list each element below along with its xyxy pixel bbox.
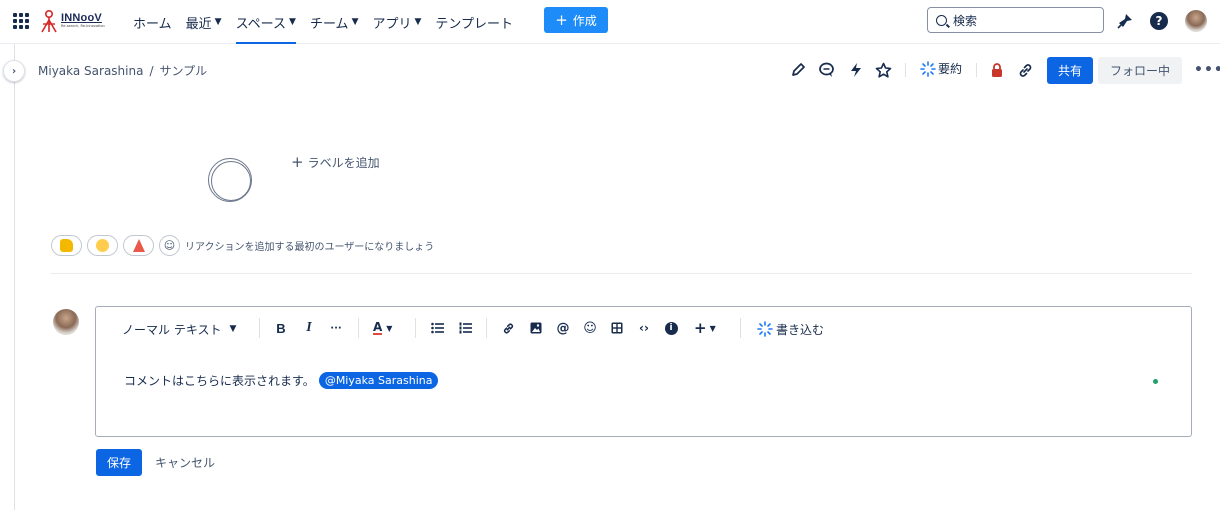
nav-templates[interactable]: テンプレート bbox=[435, 0, 513, 44]
notifications-icon[interactable] bbox=[1115, 11, 1135, 31]
text-color-button[interactable]: A ▼ bbox=[373, 321, 403, 335]
italic-icon[interactable]: I bbox=[302, 320, 316, 335]
party-popper-icon bbox=[132, 239, 145, 252]
copy-link-icon[interactable] bbox=[1016, 61, 1034, 79]
add-emoji-icon: ☺ bbox=[163, 239, 176, 252]
edit-pencil-icon[interactable] bbox=[789, 61, 807, 79]
sidebar-rail bbox=[14, 44, 15, 510]
chevron-down-icon: ▼ bbox=[289, 17, 296, 27]
comment-author-avatar bbox=[53, 309, 79, 335]
reactions-bar: ☺ リアクションを追加する最初のユーザーになりましょう bbox=[51, 235, 434, 256]
info-panel-icon[interactable]: i bbox=[664, 321, 678, 335]
plus-icon: + bbox=[694, 319, 707, 337]
reaction-prompt: リアクションを追加する最初のユーザーになりましょう bbox=[185, 242, 435, 253]
nav-items: ホーム 最近 ▼ スペース ▼ チーム ▼ アプリ ▼ テンプレート bbox=[133, 0, 527, 44]
chevron-down-icon: ▼ bbox=[214, 17, 222, 27]
nav-recent[interactable]: 最近 ▼ bbox=[186, 0, 222, 44]
cancel-button[interactable]: キャンセル bbox=[155, 454, 215, 471]
expand-sidebar-button[interactable]: › bbox=[3, 60, 25, 82]
ai-sparkle-icon bbox=[757, 321, 773, 337]
mention-icon[interactable]: @ bbox=[556, 321, 570, 336]
breadcrumb: Miyaka Sarashina / サンプル bbox=[38, 62, 208, 79]
help-icon[interactable]: ? bbox=[1149, 11, 1169, 31]
create-button[interactable]: + 作成 bbox=[544, 7, 608, 33]
insert-more-button[interactable]: + ▼ bbox=[694, 319, 724, 337]
app-switcher-icon[interactable] bbox=[13, 13, 29, 29]
mention-chip[interactable]: @Miyaka Sarashina bbox=[318, 372, 439, 389]
logo-name: INNooV bbox=[61, 12, 102, 25]
ai-write-button[interactable]: 書き込む bbox=[757, 321, 824, 337]
chevron-down-icon: ▼ bbox=[351, 17, 359, 27]
following-button[interactable]: フォロー中 bbox=[1098, 57, 1182, 84]
summary-button[interactable]: 要約 bbox=[920, 60, 962, 77]
chevron-down-icon: ▼ bbox=[386, 323, 393, 333]
logo-mark-icon bbox=[41, 9, 57, 33]
search-input[interactable]: 検索 bbox=[927, 7, 1104, 33]
breadcrumb-page[interactable]: サンプル bbox=[160, 62, 208, 79]
more-formatting-icon[interactable]: ··· bbox=[329, 321, 343, 335]
divider bbox=[50, 273, 1192, 274]
logo-tagline: Re-search, Re-innovation bbox=[61, 24, 105, 29]
text-color-icon: A bbox=[373, 320, 383, 335]
comment-editor[interactable]: ノーマル テキスト ▼ B I ··· A ▼ @ ☺ ‹› i + ▼ 書き込… bbox=[95, 306, 1192, 437]
bold-icon[interactable]: B bbox=[274, 321, 288, 336]
top-navigation: INNooV Re-search, Re-innovation ホーム 最近 ▼ … bbox=[0, 0, 1220, 44]
online-status-dot bbox=[1153, 379, 1158, 384]
automation-bolt-icon[interactable] bbox=[847, 61, 865, 79]
nav-home[interactable]: ホーム bbox=[133, 0, 172, 44]
numbered-list-icon[interactable] bbox=[458, 321, 472, 335]
add-reaction-button[interactable]: ☺ bbox=[159, 235, 180, 256]
text-style-dropdown[interactable]: ノーマル テキスト ▼ bbox=[122, 321, 236, 337]
image-icon[interactable] bbox=[529, 321, 543, 335]
code-icon[interactable]: ‹› bbox=[637, 321, 651, 335]
chevron-down-icon: ▼ bbox=[414, 17, 422, 27]
comment-icon[interactable] bbox=[817, 61, 835, 79]
bullet-list-icon[interactable] bbox=[430, 321, 444, 335]
chevron-right-icon: › bbox=[11, 65, 17, 77]
star-icon[interactable] bbox=[874, 61, 892, 79]
ai-sparkle-icon bbox=[920, 60, 936, 77]
add-label-button[interactable]: + ラベルを追加 bbox=[291, 154, 380, 171]
nav-apps[interactable]: アプリ ▼ bbox=[372, 0, 421, 44]
nav-teams[interactable]: チーム ▼ bbox=[310, 0, 359, 44]
reaction-party[interactable] bbox=[123, 235, 154, 256]
link-icon[interactable] bbox=[501, 321, 515, 335]
emoji-icon[interactable]: ☺ bbox=[583, 321, 597, 336]
restrictions-lock-icon[interactable] bbox=[988, 61, 1006, 79]
reaction-thumbs-up[interactable] bbox=[51, 235, 82, 256]
search-icon bbox=[936, 14, 947, 26]
plus-icon: + bbox=[555, 10, 568, 29]
breadcrumb-space[interactable]: Miyaka Sarashina bbox=[38, 64, 143, 78]
logo[interactable]: INNooV Re-search, Re-innovation bbox=[40, 9, 105, 33]
clapping-hands-icon bbox=[96, 239, 109, 252]
user-avatar[interactable] bbox=[1185, 10, 1207, 32]
share-button[interactable]: 共有 bbox=[1047, 57, 1093, 84]
nav-spaces[interactable]: スペース ▼ bbox=[235, 0, 297, 44]
table-icon[interactable] bbox=[610, 321, 624, 335]
chevron-down-icon: ▼ bbox=[229, 324, 237, 334]
loading-spinner bbox=[208, 158, 252, 202]
thumbs-up-icon bbox=[60, 239, 73, 252]
more-actions-icon[interactable]: ••• bbox=[1194, 62, 1220, 78]
search-placeholder: 検索 bbox=[953, 13, 978, 28]
plus-icon: + bbox=[291, 153, 304, 171]
save-button[interactable]: 保存 bbox=[96, 449, 142, 476]
chevron-down-icon: ▼ bbox=[709, 323, 716, 333]
comment-body[interactable]: コメントはこちらに表示されます。 @Miyaka Sarashina bbox=[124, 372, 439, 389]
reaction-clap[interactable] bbox=[87, 235, 118, 256]
